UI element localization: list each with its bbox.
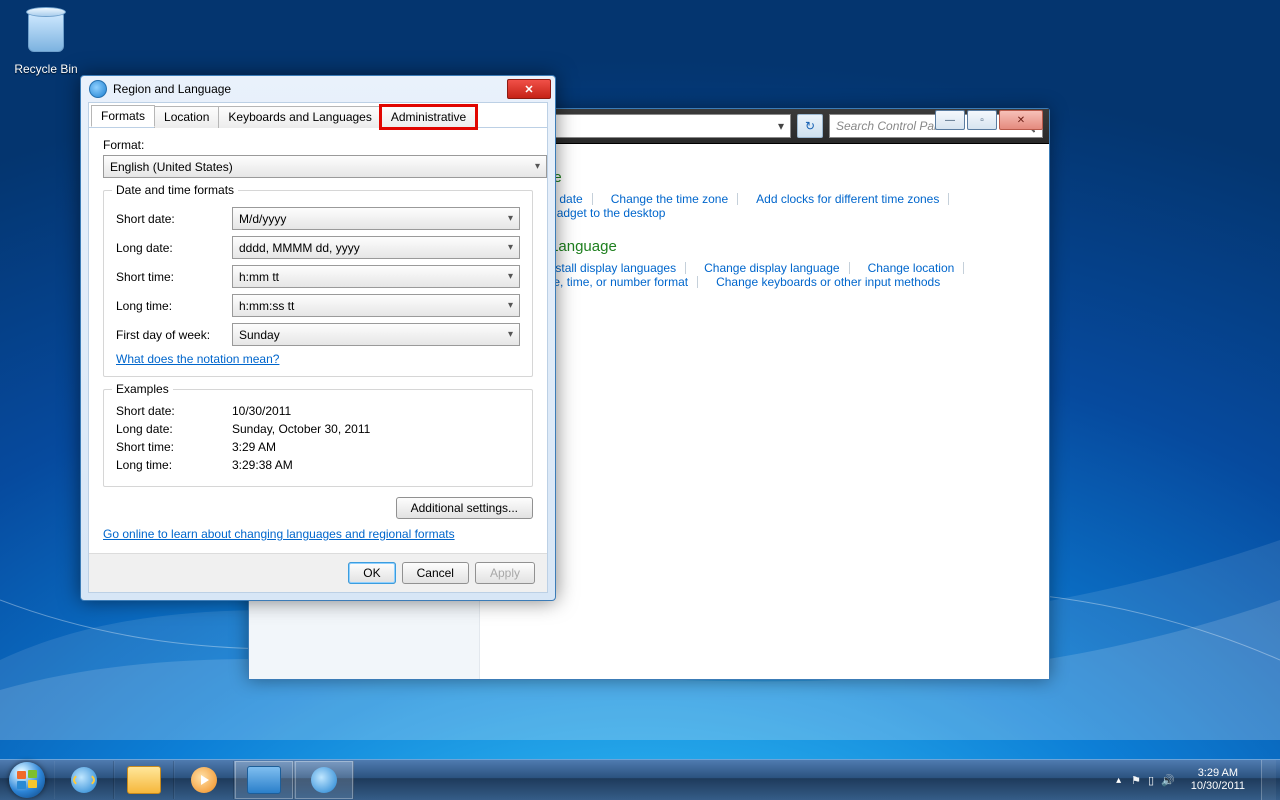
maximize-button[interactable]: ▫ xyxy=(967,110,997,130)
format-combo[interactable]: English (United States) xyxy=(103,155,547,178)
close-button[interactable]: ✕ xyxy=(999,110,1043,130)
apply-button[interactable]: Apply xyxy=(475,562,535,584)
volume-icon[interactable]: 🔊 xyxy=(1161,774,1175,787)
ex-long-time-label: Long time: xyxy=(116,458,232,472)
examples-title: Examples xyxy=(112,382,173,396)
start-button[interactable] xyxy=(0,760,54,800)
recycle-bin[interactable]: Recycle Bin xyxy=(8,6,84,76)
ie-icon xyxy=(71,767,97,793)
link-change-time-zone[interactable]: Change the time zone xyxy=(611,192,742,206)
chevron-down-icon: ▾ xyxy=(778,119,784,133)
globe-clock-icon xyxy=(311,767,337,793)
tray-expand-icon[interactable]: ▴ xyxy=(1116,775,1121,786)
long-time-select[interactable]: h:mm:ss tt xyxy=(232,294,520,317)
link-change-location[interactable]: Change location xyxy=(868,261,969,275)
ex-long-time-value: 3:29:38 AM xyxy=(232,458,293,472)
dialog-title: Region and Language xyxy=(113,82,231,96)
control-panel-icon xyxy=(247,766,281,794)
region-language-dialog: Region and Language ✕ Formats Location K… xyxy=(80,75,556,601)
link-change-keyboards[interactable]: Change keyboards or other input methods xyxy=(716,275,954,289)
notation-link[interactable]: What does the notation mean? xyxy=(116,352,279,366)
taskbar-explorer[interactable] xyxy=(114,761,174,799)
tab-formats[interactable]: Formats xyxy=(91,105,155,127)
tray-time: 3:29 AM xyxy=(1191,767,1245,780)
taskbar-media-player[interactable] xyxy=(174,761,234,799)
first-day-select[interactable]: Sunday xyxy=(232,323,520,346)
refresh-button[interactable]: ↻ xyxy=(797,114,823,138)
ex-short-date-label: Short date: xyxy=(116,404,232,418)
short-date-label: Short date: xyxy=(116,212,232,226)
dialog-titlebar[interactable]: Region and Language ✕ xyxy=(81,76,555,102)
short-time-select[interactable]: h:mm tt xyxy=(232,265,520,288)
short-date-select[interactable]: M/d/yyyy xyxy=(232,207,520,230)
dialog-close-button[interactable]: ✕ xyxy=(507,79,551,99)
link-add-clocks[interactable]: Add clocks for different time zones xyxy=(756,192,953,206)
format-label: Format: xyxy=(103,138,533,152)
tray-date: 10/30/2011 xyxy=(1191,780,1245,793)
content-pane: and Time e time and date Change the time… xyxy=(480,145,1049,679)
tab-keyboards-languages[interactable]: Keyboards and Languages xyxy=(218,106,381,128)
recycle-bin-icon xyxy=(22,12,70,60)
long-date-select[interactable]: dddd, MMMM dd, yyyy xyxy=(232,236,520,259)
tab-administrative[interactable]: Administrative xyxy=(381,106,476,128)
taskbar: ▴ ⚑ ▯ 🔊 3:29 AM 10/30/2011 xyxy=(0,759,1280,800)
ex-short-time-value: 3:29 AM xyxy=(232,440,276,454)
short-time-label: Short time: xyxy=(116,270,232,284)
ex-long-date-label: Long date: xyxy=(116,422,232,436)
first-day-label: First day of week: xyxy=(116,328,232,342)
globe-icon xyxy=(89,80,107,98)
ex-short-time-label: Short time: xyxy=(116,440,232,454)
taskbar-ie[interactable] xyxy=(54,761,114,799)
search-placeholder: Search Control Panel xyxy=(836,119,950,133)
online-help-link[interactable]: Go online to learn about changing langua… xyxy=(103,527,455,541)
minimize-button[interactable]: — xyxy=(935,110,965,130)
link-change-display-lang[interactable]: Change display language xyxy=(704,261,853,275)
long-date-label: Long date: xyxy=(116,241,232,255)
additional-settings-button[interactable]: Additional settings... xyxy=(396,497,533,519)
taskbar-region-language[interactable] xyxy=(294,761,354,799)
date-time-formats-group: Date and time formats Short date:M/d/yyy… xyxy=(103,190,533,377)
tab-location[interactable]: Location xyxy=(154,106,219,128)
recycle-bin-label: Recycle Bin xyxy=(8,62,84,76)
wmp-icon xyxy=(191,767,217,793)
show-desktop-button[interactable] xyxy=(1261,760,1276,800)
long-time-label: Long time: xyxy=(116,299,232,313)
flag-icon[interactable]: ⚑ xyxy=(1131,774,1141,787)
examples-group: Examples Short date:10/30/2011 Long date… xyxy=(103,389,533,487)
ex-long-date-value: Sunday, October 30, 2011 xyxy=(232,422,370,436)
tab-strip: Formats Location Keyboards and Languages… xyxy=(89,103,547,128)
folder-icon xyxy=(127,766,161,794)
ok-button[interactable]: OK xyxy=(348,562,395,584)
group-title: Date and time formats xyxy=(112,183,238,197)
section-date-time: and Time xyxy=(500,169,1029,186)
network-icon[interactable]: ▯ xyxy=(1148,774,1154,787)
section-region-language: on and Language xyxy=(500,238,1029,255)
ex-short-date-value: 10/30/2011 xyxy=(232,404,291,418)
windows-orb-icon xyxy=(9,762,45,798)
cancel-button[interactable]: Cancel xyxy=(402,562,469,584)
taskbar-control-panel[interactable] xyxy=(234,761,294,799)
tray-clock[interactable]: 3:29 AM 10/30/2011 xyxy=(1185,767,1251,793)
